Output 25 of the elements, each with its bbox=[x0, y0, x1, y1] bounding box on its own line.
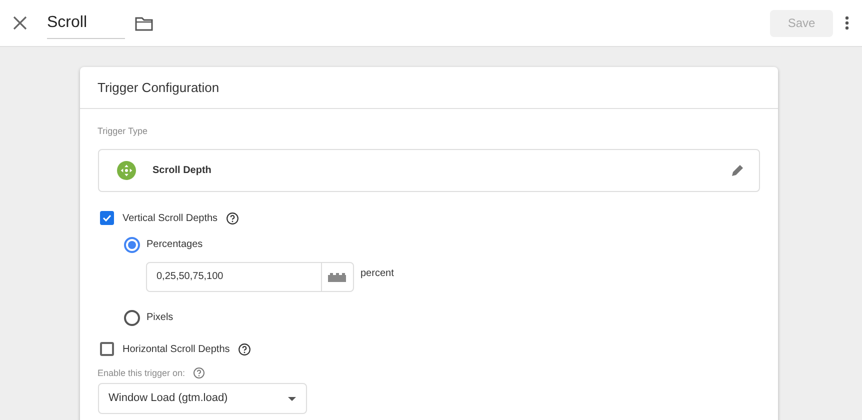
help-icon[interactable] bbox=[238, 342, 251, 356]
radio-label: Percentages bbox=[146, 238, 203, 252]
unit-label: percent bbox=[360, 266, 394, 280]
name-field[interactable]: Scroll bbox=[47, 8, 125, 38]
checkbox[interactable] bbox=[100, 342, 114, 356]
field-label: Enable this trigger on: bbox=[98, 366, 186, 380]
move-arrows-icon bbox=[116, 160, 136, 180]
close-icon[interactable] bbox=[13, 16, 27, 30]
card-title: Trigger Configuration bbox=[98, 78, 220, 97]
more-icon[interactable] bbox=[845, 16, 849, 30]
checkbox-label: Horizontal Scroll Depths bbox=[122, 342, 230, 356]
pencil-icon[interactable] bbox=[730, 163, 744, 177]
field-label: Trigger Type bbox=[98, 125, 149, 138]
trigger-type-name: Scroll Depth bbox=[152, 164, 212, 178]
trigger-type-card[interactable]: Scroll Depth bbox=[98, 148, 760, 192]
dropdown-caret-icon bbox=[288, 396, 296, 400]
trigger-select[interactable]: Window Load (gtm.load) bbox=[98, 383, 306, 414]
checkbox-label: Vertical Scroll Depths bbox=[122, 212, 218, 226]
radio-button[interactable] bbox=[124, 236, 140, 252]
radio-button[interactable] bbox=[124, 310, 140, 326]
help-icon[interactable] bbox=[226, 212, 239, 224]
checkmark-icon bbox=[102, 213, 112, 223]
folder-icon[interactable] bbox=[135, 16, 153, 30]
checkbox[interactable] bbox=[100, 211, 114, 225]
radio-label: Pixels bbox=[146, 311, 174, 325]
